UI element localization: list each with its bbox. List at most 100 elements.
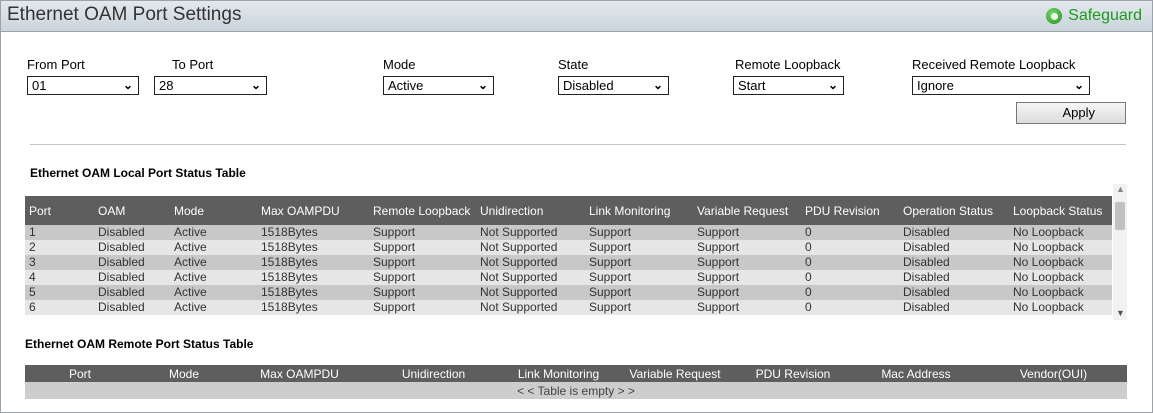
column-header: Port xyxy=(25,365,135,382)
column-header: Port xyxy=(25,196,94,225)
from-port-select[interactable]: 01 ⌄ xyxy=(27,76,139,95)
apply-button[interactable]: Apply xyxy=(1016,102,1126,124)
safeguard-indicator[interactable]: Safeguard xyxy=(1046,6,1142,26)
received-remote-loopback-select[interactable]: Ignore ⌄ xyxy=(912,76,1090,95)
table-cell: No Loopback xyxy=(1009,300,1112,315)
state-select[interactable]: Disabled ⌄ xyxy=(558,76,669,95)
table-cell: Support xyxy=(585,240,693,255)
remote-port-status-table: Port Mode Max OAMPDU Unidirection Link Monit… xyxy=(25,365,1127,399)
mode-select[interactable]: Active ⌄ xyxy=(383,76,494,95)
scroll-down-icon[interactable]: ▼ xyxy=(1116,308,1125,318)
table-row: 4 Disabled Active 1518Bytes Support Not Suppo… xyxy=(25,270,1112,285)
column-header: Variable Request xyxy=(693,196,801,225)
table-cell: Disabled xyxy=(94,285,170,300)
column-header: Link Monitoring xyxy=(585,196,693,225)
chevron-down-icon: ⌄ xyxy=(652,78,663,92)
table-cell: 1518Bytes xyxy=(257,285,369,300)
table-cell: 1518Bytes xyxy=(257,300,369,315)
table-cell: Support xyxy=(693,270,801,285)
table-cell: Active xyxy=(170,270,257,285)
table-cell: 0 xyxy=(801,225,899,240)
column-header: Remote Loopback xyxy=(369,196,476,225)
table-cell: Disabled xyxy=(899,300,1009,315)
table-cell: Support xyxy=(693,300,801,315)
column-header: Unidirection xyxy=(366,365,501,382)
column-header: Operation Status xyxy=(899,196,1009,225)
title-bar: Ethernet OAM Port Settings Safeguard xyxy=(1,1,1152,32)
table-cell: Support xyxy=(585,285,693,300)
table-cell: Disabled xyxy=(94,240,170,255)
table-cell: 0 xyxy=(801,240,899,255)
table-cell: Disabled xyxy=(899,240,1009,255)
local-port-status-table-viewport: Port OAM Mode Max OAMPDU Remote Loopback Unid… xyxy=(25,196,1112,317)
divider xyxy=(30,144,1126,145)
chevron-down-icon: ⌄ xyxy=(827,78,838,92)
to-port-label: To Port xyxy=(172,57,214,72)
table-cell: 0 xyxy=(801,285,899,300)
safeguard-icon xyxy=(1046,8,1063,24)
page-title: Ethernet OAM Port Settings xyxy=(7,4,242,25)
table-empty-message: < < Table is empty > > xyxy=(25,382,1127,399)
table-cell: Support xyxy=(369,300,476,315)
table-cell: Active xyxy=(170,255,257,270)
table-cell: Active xyxy=(170,300,257,315)
table-cell: 5 xyxy=(25,285,94,300)
column-header: Mode xyxy=(135,365,233,382)
table-cell: Support xyxy=(585,300,693,315)
column-header: Variable Request xyxy=(616,365,734,382)
from-port-label: From Port xyxy=(27,57,85,72)
safeguard-label: Safeguard xyxy=(1068,7,1142,24)
table-cell: Not Supported xyxy=(476,225,585,240)
table-cell: Not Supported xyxy=(476,240,585,255)
chevron-down-icon: ⌄ xyxy=(250,78,261,92)
table-cell: Not Supported xyxy=(476,285,585,300)
table-cell: Support xyxy=(585,255,693,270)
scroll-up-icon[interactable]: ▲ xyxy=(1116,184,1125,194)
local-table-title: Ethernet OAM Local Port Status Table xyxy=(30,166,246,180)
table-cell: Support xyxy=(585,270,693,285)
table-cell: 1518Bytes xyxy=(257,270,369,285)
column-header: PDU Revision xyxy=(801,196,899,225)
to-port-select[interactable]: 28 ⌄ xyxy=(154,76,267,95)
table-cell: Disabled xyxy=(94,270,170,285)
table-cell: Disabled xyxy=(94,225,170,240)
scrollbar-thumb[interactable] xyxy=(1115,202,1125,230)
table-cell: Support xyxy=(693,285,801,300)
remote-loopback-value: Start xyxy=(738,78,766,93)
table-cell: 1518Bytes xyxy=(257,255,369,270)
remote-loopback-label: Remote Loopback xyxy=(735,57,841,72)
table-cell: 3 xyxy=(25,255,94,270)
table-cell: 2 xyxy=(25,240,94,255)
local-table-scrollbar[interactable]: ▲ ▼ xyxy=(1113,184,1127,320)
table-row: 3 Disabled Active 1518Bytes Support Not Suppo… xyxy=(25,255,1112,270)
column-header: PDU Revision xyxy=(734,365,852,382)
table-cell: Not Supported xyxy=(476,255,585,270)
table-cell: No Loopback xyxy=(1009,240,1112,255)
table-cell: 4 xyxy=(25,270,94,285)
column-header: Mode xyxy=(170,196,257,225)
table-cell: Support xyxy=(693,240,801,255)
received-remote-loopback-label: Received Remote Loopback xyxy=(912,57,1076,72)
table-cell: 6 xyxy=(25,300,94,315)
table-cell: Disabled xyxy=(899,285,1009,300)
column-header: Max OAMPDU xyxy=(233,365,366,382)
table-cell: No Loopback xyxy=(1009,270,1112,285)
table-cell: Not Supported xyxy=(476,300,585,315)
table-row: 1 Disabled Active 1518Bytes Support Not Suppo… xyxy=(25,225,1112,240)
remote-table-title: Ethernet OAM Remote Port Status Table xyxy=(25,337,254,351)
table-cell: Disabled xyxy=(899,225,1009,240)
local-port-status-table: Port OAM Mode Max OAMPDU Remote Loopback Unid… xyxy=(25,196,1112,315)
received-remote-loopback-value: Ignore xyxy=(917,78,954,93)
table-row: 6 Disabled Active 1518Bytes Support Not Suppo… xyxy=(25,300,1112,315)
table-cell: Support xyxy=(369,285,476,300)
table-cell: Disabled xyxy=(94,300,170,315)
chevron-down-icon: ⌄ xyxy=(122,78,133,92)
table-cell: Support xyxy=(693,255,801,270)
column-header: Link Monitoring xyxy=(501,365,616,382)
column-header: Mac Address xyxy=(852,365,980,382)
column-header: Unidirection xyxy=(476,196,585,225)
table-cell: No Loopback xyxy=(1009,285,1112,300)
remote-loopback-select[interactable]: Start ⌄ xyxy=(733,76,844,95)
table-cell: Disabled xyxy=(899,255,1009,270)
column-header: Max OAMPDU xyxy=(257,196,369,225)
